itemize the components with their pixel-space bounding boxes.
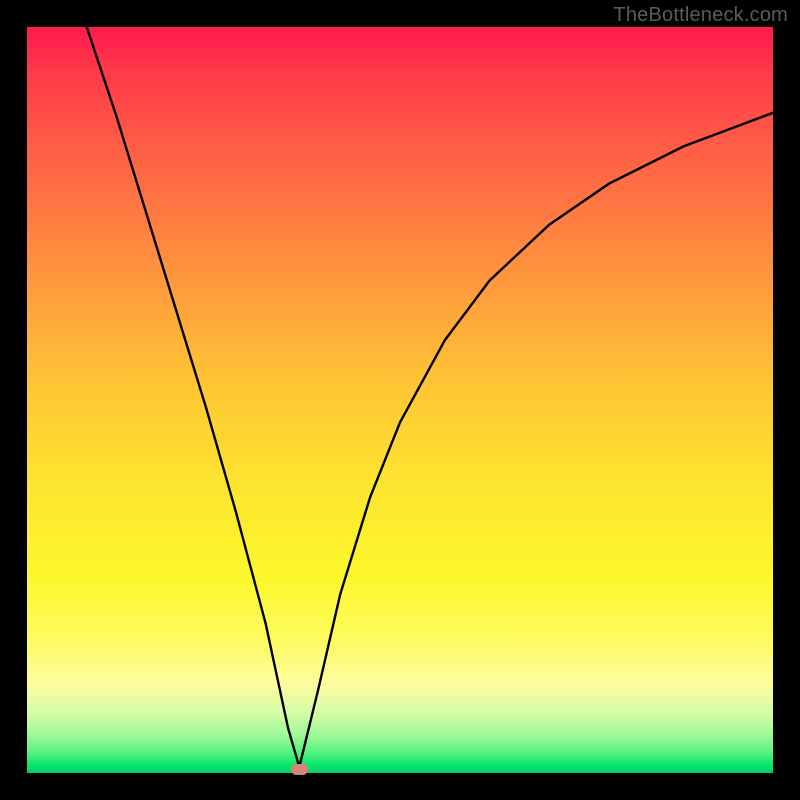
- chart-area: [27, 27, 773, 773]
- bottleneck-curve: [27, 27, 773, 773]
- optimum-marker: [291, 764, 308, 775]
- watermark-text: TheBottleneck.com: [613, 4, 788, 27]
